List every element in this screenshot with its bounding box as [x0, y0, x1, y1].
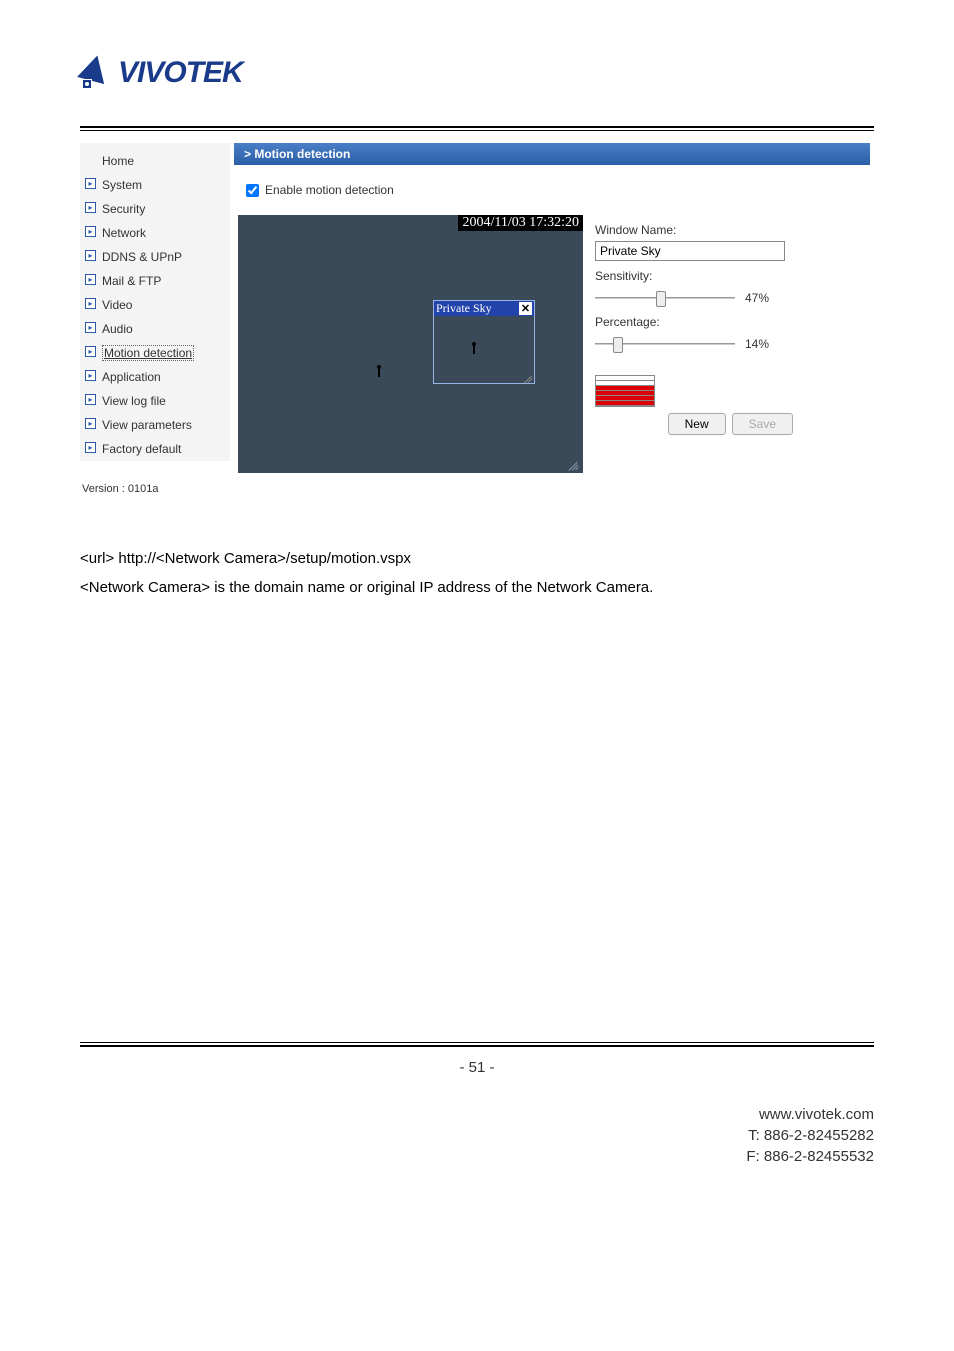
arrow-right-icon: ▸ — [85, 322, 96, 333]
sidebar-item-label: Application — [102, 370, 161, 384]
sidebar-item-factory-default[interactable]: ▸ Factory default — [80, 437, 230, 461]
sensitivity-label: Sensitivity: — [595, 269, 866, 283]
contact-block: www.vivotek.com T: 886-2-82455282 F: 886… — [80, 1104, 874, 1167]
arrow-right-icon: ▸ — [85, 226, 96, 237]
arrow-right-icon: ▸ — [85, 442, 96, 453]
person-icon — [463, 340, 485, 362]
arrow-right-icon: ▸ — [85, 346, 96, 357]
sidebar-item-view-parameters[interactable]: ▸ View parameters — [80, 413, 230, 437]
person-icon — [368, 363, 390, 385]
sidebar-item-video[interactable]: ▸ Video — [80, 293, 230, 317]
close-icon[interactable]: ✕ — [519, 302, 532, 315]
arrow-right-icon: ▸ — [85, 250, 96, 261]
new-button[interactable]: New — [668, 413, 726, 435]
window-name-label: Window Name: — [595, 223, 866, 237]
sidebar-item-mail-ftp[interactable]: ▸ Mail & FTP — [80, 269, 230, 293]
sidebar-item-label: Network — [102, 226, 146, 240]
sensitivity-value: 47% — [745, 291, 769, 305]
sidebar-item-motion-detection[interactable]: ▸ Motion detection — [80, 341, 230, 365]
content-title-bar: > Motion detection — [234, 143, 870, 165]
window-name-input[interactable] — [595, 241, 785, 261]
sidebar-item-security[interactable]: ▸ Security — [80, 197, 230, 221]
sidebar-item-label: Motion detection — [102, 345, 194, 361]
sensitivity-slider[interactable] — [595, 289, 735, 307]
contact-site: www.vivotek.com — [80, 1104, 874, 1125]
logo-text: VIVOTEK — [118, 56, 243, 90]
enable-motion-checkbox[interactable]: Enable motion detection — [246, 183, 858, 197]
sidebar-item-label: Home — [102, 154, 134, 168]
sidebar-item-view-log-file[interactable]: ▸ View log file — [80, 389, 230, 413]
arrow-right-icon: ▸ — [85, 274, 96, 285]
sidebar-item-application[interactable]: ▸ Application — [80, 365, 230, 389]
sidebar-item-label: System — [102, 178, 142, 192]
contact-tel: T: 886-2-82455282 — [80, 1125, 874, 1146]
arrow-right-icon: ▸ — [85, 202, 96, 213]
sidebar-item-network[interactable]: ▸ Network — [80, 221, 230, 245]
arrow-right-icon: ▸ — [85, 394, 96, 405]
version-label: Version : 0101a — [80, 461, 230, 495]
percentage-slider[interactable] — [595, 335, 735, 353]
sidebar-item-label: Security — [102, 202, 145, 216]
level-indicator — [595, 375, 655, 407]
url-line: <url> http://<Network Camera>/setup/moti… — [80, 545, 874, 574]
sidebar-item-label: Factory default — [102, 442, 181, 456]
percentage-label: Percentage: — [595, 315, 866, 329]
brand-logo: VIVOTEK — [80, 55, 874, 91]
sidebar-item-audio[interactable]: ▸ Audio — [80, 317, 230, 341]
save-button[interactable]: Save — [732, 413, 793, 435]
body-text: <url> http://<Network Camera>/setup/moti… — [80, 545, 874, 602]
url-description: <Network Camera> is the domain name or o… — [80, 574, 874, 603]
contact-fax: F: 886-2-82455532 — [80, 1146, 874, 1167]
sidebar-item-label: Video — [102, 298, 132, 312]
resize-handle-icon[interactable] — [522, 371, 534, 383]
arrow-right-icon: ▸ — [85, 418, 96, 429]
sidebar-item-ddns-upnp[interactable]: ▸ DDNS & UPnP — [80, 245, 230, 269]
sidebar-item-label: DDNS & UPnP — [102, 250, 182, 264]
sidebar-nav: Home ▸ System ▸ Security ▸ Network ▸ DDNS & UPnP… — [80, 143, 230, 461]
percentage-value: 14% — [745, 337, 769, 351]
logo-mark-icon — [80, 55, 110, 91]
sidebar-item-label: View parameters — [102, 418, 192, 432]
sidebar-item-label: Audio — [102, 322, 133, 336]
footer-rule — [80, 1042, 874, 1047]
sidebar-item-system[interactable]: ▸ System — [80, 173, 230, 197]
sidebar-item-label: View log file — [102, 394, 166, 408]
enable-motion-input[interactable] — [246, 184, 259, 197]
video-timestamp: 2004/11/03 17:32:20 — [458, 215, 583, 231]
arrow-right-icon: ▸ — [85, 298, 96, 309]
config-screenshot: Home ▸ System ▸ Security ▸ Network ▸ DDNS & UPnP… — [80, 143, 874, 495]
arrow-right-icon: ▸ — [85, 370, 96, 381]
motion-window-title: Private Sky — [436, 301, 492, 316]
sidebar-item-home[interactable]: Home — [80, 149, 230, 173]
video-resize-handle-icon[interactable] — [565, 455, 579, 469]
page-number: - 51 - — [80, 1059, 874, 1076]
enable-motion-label: Enable motion detection — [265, 183, 394, 197]
sidebar-item-label: Mail & FTP — [102, 274, 161, 288]
header-rule — [80, 126, 874, 131]
video-preview[interactable]: 2004/11/03 17:32:20 Private Sky ✕ — [238, 215, 583, 473]
arrow-right-icon: ▸ — [85, 178, 96, 189]
